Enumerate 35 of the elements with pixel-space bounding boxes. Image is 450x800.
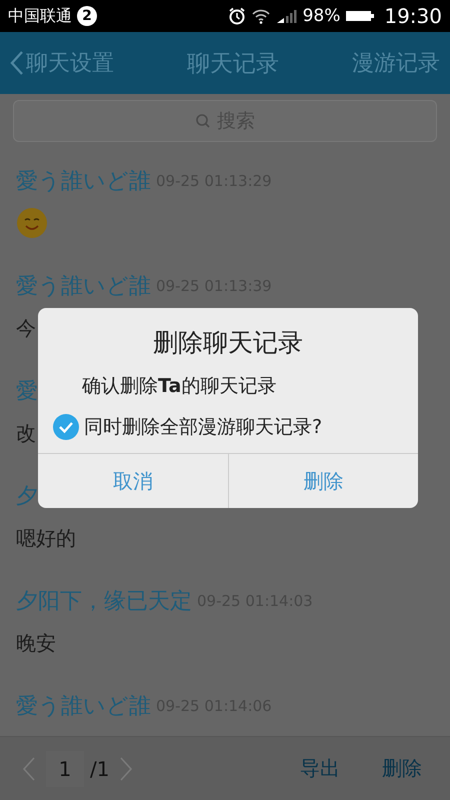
signal-icon bbox=[276, 8, 298, 24]
message-text: 晚安 bbox=[16, 630, 56, 656]
battery-icon bbox=[345, 9, 376, 23]
sender-name: 愛う誰いど誰 bbox=[16, 273, 151, 301]
option-label: 同时删除全部漫游聊天记录? bbox=[84, 415, 322, 440]
roaming-records-button[interactable]: 漫游记录 bbox=[352, 48, 440, 78]
chevron-right-icon bbox=[119, 756, 134, 782]
page-title: 聊天记录 bbox=[186, 50, 280, 78]
sender-name: 夕 bbox=[16, 483, 38, 511]
checkbox[interactable] bbox=[52, 413, 80, 441]
sender-name: 夕阳下，缘已天定 bbox=[16, 588, 192, 616]
message-text: 改 bbox=[16, 420, 36, 446]
chevron-left-icon bbox=[10, 50, 24, 76]
page-total: /1 bbox=[90, 756, 110, 780]
toolbar-action-button[interactable]: 导出 bbox=[300, 755, 340, 782]
message-text: 嗯好的 bbox=[16, 524, 76, 552]
carrier-name: 中国联通 bbox=[8, 6, 72, 26]
dialog-button[interactable]: 取消 bbox=[38, 454, 228, 508]
smiley-icon bbox=[16, 207, 48, 239]
back-button[interactable]: 聊天设置 bbox=[10, 48, 114, 78]
clock-time: 19:30 bbox=[384, 4, 442, 28]
sender-name: 愛う誰いど誰 bbox=[16, 693, 151, 721]
sender-name: 愛 bbox=[16, 378, 38, 406]
alarm-clock-icon bbox=[228, 7, 246, 25]
toolbar-action-button[interactable]: 删除 bbox=[382, 755, 422, 782]
chevron-left-icon bbox=[22, 756, 36, 782]
dialog-button[interactable]: 删除 bbox=[228, 454, 418, 508]
message-text: 今 bbox=[16, 314, 36, 342]
wifi-icon bbox=[250, 8, 271, 24]
notification-badge: 2 bbox=[77, 6, 97, 26]
battery-percent: 98% bbox=[302, 6, 340, 26]
dialog-title: 删除聊天记录 bbox=[152, 327, 304, 359]
search-icon bbox=[195, 113, 211, 129]
sender-name: 愛う誰いど誰 bbox=[16, 168, 151, 196]
dialog-message: 确认删除Ta的聊天记录 bbox=[81, 374, 278, 399]
